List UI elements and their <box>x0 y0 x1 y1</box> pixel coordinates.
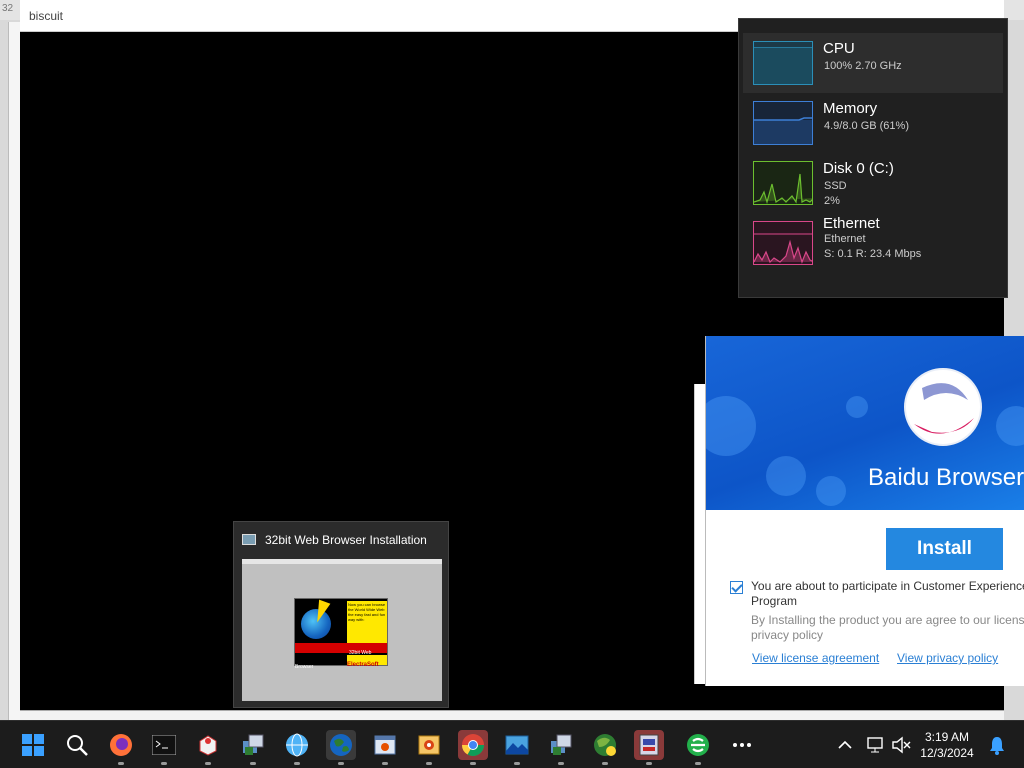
perf-item-disk[interactable]: Disk 0 (C:) SSD 2% <box>743 153 1003 213</box>
splash-company: ElectraSoft <box>347 662 379 668</box>
biscuit-window-bottom-edge <box>20 710 1004 720</box>
installer-icon[interactable] <box>238 730 268 765</box>
thumbnail-preview[interactable]: Now you can browse the World Wide Web th… <box>242 559 442 701</box>
settings-window-icon[interactable] <box>370 730 400 765</box>
privacy-policy-link[interactable]: View privacy policy <box>897 651 998 665</box>
installer-banner: Baidu Browser <box>706 336 1024 510</box>
start-icon[interactable] <box>18 730 48 760</box>
perf-name: Ethernet <box>823 215 880 232</box>
terminal-icon[interactable] <box>149 730 179 765</box>
install-button[interactable]: Install <box>886 528 1003 570</box>
disk-graph-icon <box>753 161 813 205</box>
32bit-browser-icon[interactable] <box>326 730 356 765</box>
perf-detail: Ethernet <box>824 233 866 245</box>
image-viewer-icon[interactable] <box>414 730 444 765</box>
desktop-corner-text: 32 <box>2 3 14 14</box>
installer-2-icon[interactable] <box>546 730 576 765</box>
perf-item-ethernet[interactable]: Ethernet Ethernet S: 0.1 R: 23.4 Mbps <box>743 213 1003 273</box>
taskbar-clock[interactable]: 3:19 AM 12/3/2024 <box>912 729 982 761</box>
perf-name: CPU <box>823 40 855 57</box>
baidu-icon[interactable] <box>683 730 713 765</box>
firefox-icon[interactable] <box>106 730 136 765</box>
perf-detail-2: 2% <box>824 195 840 207</box>
license-agreement-link[interactable]: View license agreement <box>752 651 879 665</box>
window-app-icon <box>242 534 256 545</box>
perf-detail: SSD <box>824 180 847 192</box>
globe-browser-icon[interactable] <box>282 730 312 765</box>
terms-text: By Installing the product you are agree … <box>751 613 1024 642</box>
taskbar-thumbnail[interactable]: 32bit Web Browser Installation Now you c… <box>233 521 449 708</box>
perf-detail-2: S: 0.1 R: 23.4 Mbps <box>824 248 922 260</box>
baidu-logo-icon <box>904 368 982 446</box>
notification-bell-icon[interactable] <box>982 730 1012 760</box>
biscuit-title: biscuit <box>29 9 64 23</box>
search-icon[interactable] <box>62 730 92 760</box>
background-window-edge <box>8 22 20 722</box>
installer-brand: Baidu Browser <box>868 464 1024 491</box>
globe-green-icon[interactable] <box>590 730 620 765</box>
taskbar: 3:19 AM 12/3/2024 <box>0 720 1024 768</box>
more-icon[interactable] <box>727 730 757 760</box>
memory-graph-icon <box>753 101 813 145</box>
chevron-up-icon[interactable] <box>830 730 860 760</box>
splash-company-block: ElectraSoft <box>347 655 387 668</box>
splash-product-bar: 32bit Web Browser <box>295 643 387 670</box>
setup-icon[interactable] <box>634 730 664 765</box>
perf-name: Memory <box>823 100 878 117</box>
splash-text: Now you can browse the World Wide Web th… <box>347 601 387 643</box>
baidu-installer-window[interactable]: Baidu Browser Install You are about to p… <box>705 336 1024 686</box>
browser-splash-image: Now you can browse the World Wide Web th… <box>294 598 388 670</box>
thumbnail-title: 32bit Web Browser Installation <box>265 533 427 547</box>
package-icon[interactable] <box>193 730 223 765</box>
chrome-icon[interactable] <box>458 730 488 765</box>
perf-name: Disk 0 (C:) <box>823 160 894 177</box>
ethernet-graph-icon <box>753 221 813 265</box>
cpu-graph-icon <box>753 41 813 85</box>
clock-time: 3:19 AM <box>924 730 970 744</box>
clock-date: 12/3/2024 <box>920 746 974 760</box>
perf-detail: 4.9/8.0 GB (61%) <box>824 120 909 132</box>
consent-checkbox[interactable] <box>730 581 743 594</box>
perf-item-cpu[interactable]: CPU 100% 2.70 GHz <box>743 33 1003 93</box>
performance-flyout: CPU 100% 2.70 GHz Memory 4.9/8.0 GB (61%… <box>738 18 1008 298</box>
photo-icon[interactable] <box>502 730 532 765</box>
consent-text: You are about to participate in Customer… <box>751 579 1024 608</box>
perf-item-memory[interactable]: Memory 4.9/8.0 GB (61%) <box>743 93 1003 153</box>
perf-detail: 100% 2.70 GHz <box>824 60 902 72</box>
